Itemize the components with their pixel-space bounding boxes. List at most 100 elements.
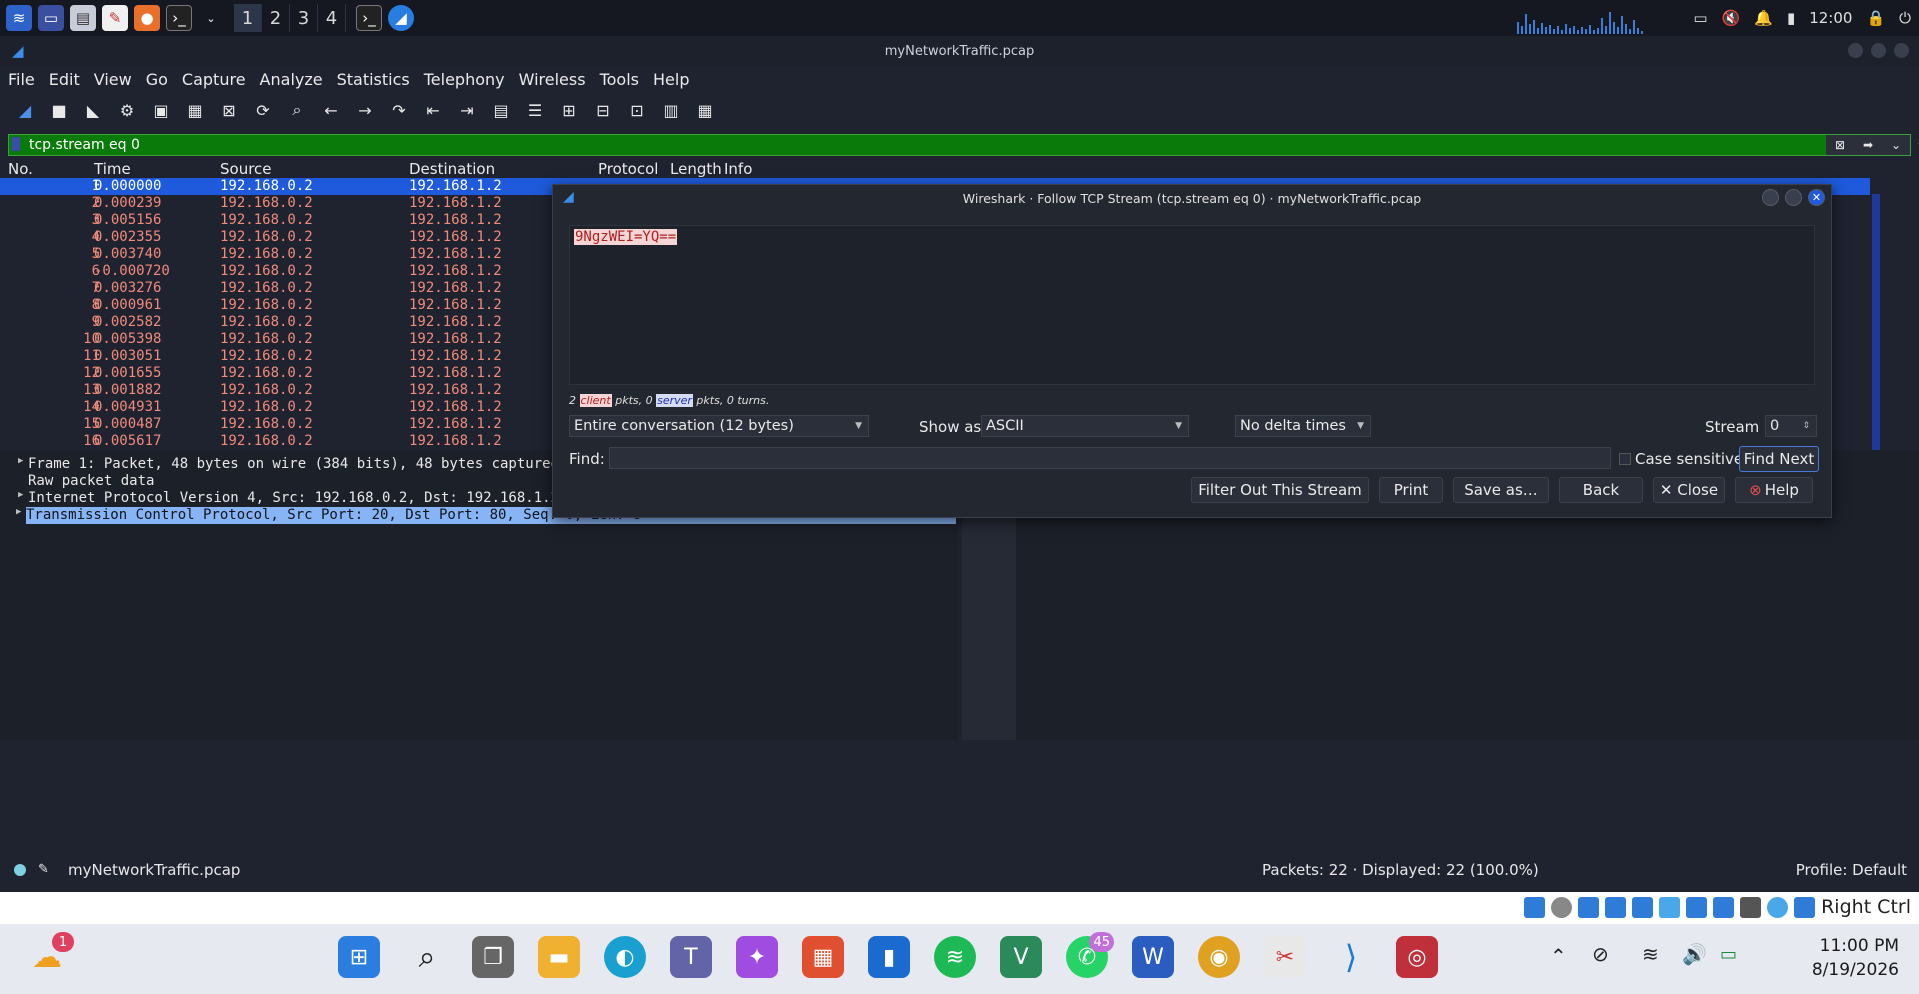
chevron-up-icon[interactable]: ⌃ [1550,944,1567,968]
dialog-minimize-button[interactable] [1762,189,1779,206]
capture-comment-icon[interactable]: ✎ [38,862,49,877]
workspace-3[interactable]: 3 [290,4,318,32]
workspace-1[interactable]: 1 [234,4,262,32]
layout-icon[interactable]: ▦ [692,97,718,123]
print-button[interactable]: Print [1379,477,1443,503]
stop-capture-icon[interactable]: ■ [46,97,72,123]
snipping-tool-icon[interactable]: ✂ [1264,936,1306,978]
close-file-icon[interactable]: ⊠ [216,97,242,123]
vm-cpu-icon[interactable] [1740,896,1762,918]
volume-icon[interactable]: 🔊 [1682,942,1707,966]
packet-list-scrollbar[interactable] [1872,194,1880,454]
col-time[interactable]: Time [94,160,131,178]
mute-icon[interactable]: 🔇 [1722,9,1741,27]
zoom-out-icon[interactable]: ⊟ [590,97,616,123]
whatsapp-icon[interactable]: ✆ 45 [1066,932,1114,978]
network-off-icon[interactable]: ⊘ [1592,942,1609,966]
windows-start-icon[interactable]: ⊞ [338,936,380,978]
go-to-packet-icon[interactable]: ↷ [386,97,412,123]
menu-capture[interactable]: Capture [182,70,246,89]
resize-columns-icon[interactable]: ▥ [658,97,684,123]
vm-disk-icon[interactable] [1551,896,1573,918]
close-button[interactable]: ✕ Close [1653,477,1725,503]
zoom-in-icon[interactable]: ⊞ [556,97,582,123]
open-file-icon[interactable]: ▣ [148,97,174,123]
store-icon[interactable]: ▦ [802,936,844,978]
display-icon[interactable]: ▭ [1693,9,1707,27]
expand-arrow-icon[interactable]: ▶ [16,507,21,517]
normal-size-icon[interactable]: ⊡ [624,97,650,123]
power-icon[interactable]: ⏻ [1899,9,1911,27]
copilot-icon[interactable]: ✦ [736,936,778,978]
expand-arrow-icon[interactable]: ▶ [18,456,23,466]
go-forward-icon[interactable]: → [352,97,378,123]
lock-icon[interactable]: 🔒 [1866,9,1885,27]
display-filter-bar[interactable]: tcp.stream eq 0 ⊠ ➡ ⌄ + [8,133,1919,156]
save-file-icon[interactable]: ▦ [182,97,208,123]
chrome-icon[interactable]: ◉ [1198,936,1240,978]
task-view-icon[interactable]: ❐ [472,936,514,978]
search-icon[interactable]: ⌕ [406,936,448,978]
workspace-2[interactable]: 2 [262,4,290,32]
save-as-button[interactable]: Save as… [1453,477,1549,503]
menu-go[interactable]: Go [146,70,168,89]
dialog-maximize-button[interactable] [1785,189,1802,206]
dialog-close-icon[interactable]: ✕ [1808,189,1825,206]
firefox-icon[interactable]: ● [134,5,160,31]
status-profile[interactable]: Profile: Default [1796,861,1907,879]
back-button[interactable]: Back [1559,477,1643,503]
file-explorer-icon[interactable]: ▬ [538,936,580,978]
expert-info-icon[interactable] [14,864,26,876]
wireshark-task-icon[interactable]: ◢ [388,5,414,31]
minimize-button[interactable] [1848,43,1863,58]
close-window-button[interactable] [1894,43,1909,58]
autoscroll-icon[interactable]: ▤ [488,97,514,123]
find-next-button[interactable]: Find Next [1739,446,1819,472]
detail-tree-item[interactable]: ▶ Internet Protocol Version 4, Src: 192.1… [18,490,559,507]
vm-record-icon[interactable] [1713,896,1735,918]
col-length[interactable]: Length [670,160,722,178]
menu-tools[interactable]: Tools [600,70,639,89]
edge-icon[interactable]: ◐ [604,936,646,978]
vm-shared-folder-icon[interactable] [1659,896,1681,918]
app-menu-icon[interactable]: ≋ [6,5,32,31]
start-capture-icon[interactable]: ◢ [12,97,38,123]
notification-bell-icon[interactable]: 🔔 [1754,9,1773,27]
delta-times-select[interactable]: No delta times ▼ [1235,415,1371,437]
vm-usb-icon[interactable] [1632,896,1654,918]
x64dbg-icon[interactable]: ◎ [1396,936,1438,978]
col-info[interactable]: Info [724,160,752,178]
teams-icon[interactable]: T [670,936,712,978]
panel-clock[interactable]: 12:00 [1809,9,1852,27]
case-sensitive-checkbox[interactable] [1619,453,1631,465]
stream-content-area[interactable]: 9NgzWEI=YQ== [569,225,1815,385]
show-desktop-icon[interactable]: ▭ [38,5,64,31]
find-packet-icon[interactable]: ⌕ [284,97,310,123]
text-editor-icon[interactable]: ✎ [102,5,128,31]
reload-file-icon[interactable]: ⟳ [250,97,276,123]
stream-number-spinbox[interactable]: 0 ⇕ [1765,415,1817,437]
vscode-icon[interactable]: ⟩ [1330,936,1372,978]
col-no[interactable]: No. [8,160,33,178]
help-button[interactable]: ⊗ Help [1735,477,1813,503]
show-as-select[interactable]: ASCII ▼ [981,415,1189,437]
apply-filter-icon[interactable]: ➡ [1863,138,1873,152]
menu-view[interactable]: View [94,70,132,89]
menu-statistics[interactable]: Statistics [337,70,410,89]
menu-edit[interactable]: Edit [49,70,80,89]
vm-network-icon[interactable] [1605,896,1627,918]
vm-display-icon[interactable] [1686,896,1708,918]
workspace-4[interactable]: 4 [318,4,346,32]
conversation-select[interactable]: Entire conversation (12 bytes) ▼ [569,415,869,437]
vm-globe-icon[interactable] [1767,896,1789,918]
menu-telephony[interactable]: Telephony [424,70,505,89]
wifi-icon[interactable]: ≋ [1642,942,1659,966]
first-packet-icon[interactable]: ⇤ [420,97,446,123]
battery-charging-icon[interactable]: ▭ [1720,944,1737,965]
app-vs-icon[interactable]: V [1000,936,1042,978]
clear-filter-icon[interactable]: ⊠ [1835,138,1845,152]
display-filter-input[interactable]: tcp.stream eq 0 [29,137,140,153]
col-source[interactable]: Source [220,160,272,178]
detail-tree-item[interactable]: Raw packet data [28,473,154,490]
last-packet-icon[interactable]: ⇥ [454,97,480,123]
